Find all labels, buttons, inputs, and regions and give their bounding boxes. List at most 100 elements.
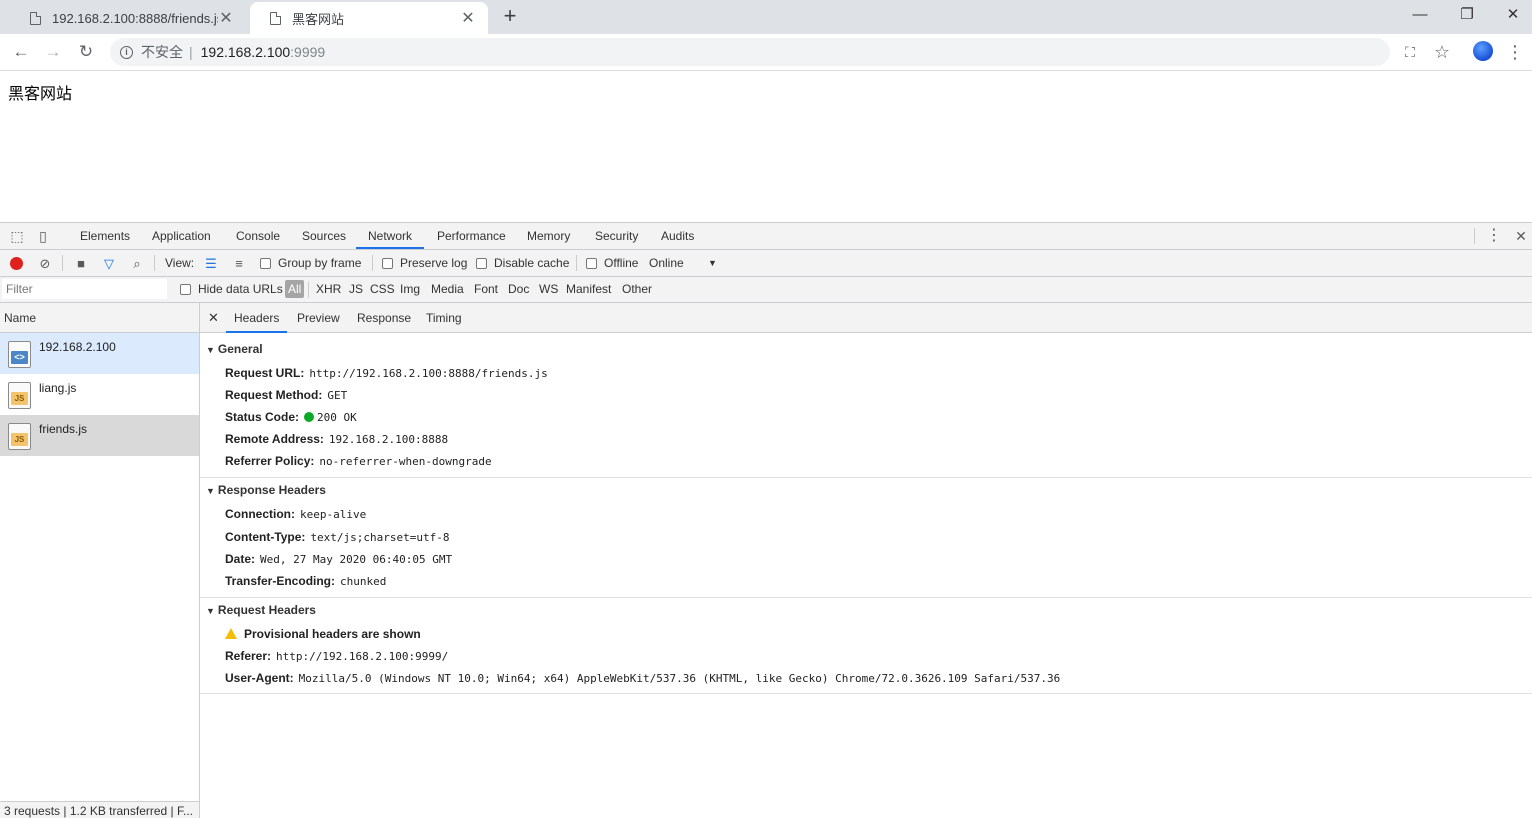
triangle-down-icon: ▼: [206, 486, 215, 496]
browser-menu-icon[interactable]: ⋮: [1502, 39, 1528, 65]
devtools-close-icon[interactable]: ✕: [1513, 228, 1529, 244]
header-key: Request Method:: [225, 388, 323, 402]
header-key: Transfer-Encoding:: [225, 574, 336, 588]
details-tabbar: ✕ Headers Preview Response Timing: [200, 303, 1532, 333]
request-headers-section: ▼ Request Headers Provisional headers are…: [200, 603, 1532, 694]
header-key: Date:: [225, 552, 256, 566]
info-icon[interactable]: i: [120, 45, 133, 59]
tab-application[interactable]: Application: [140, 223, 223, 249]
browser-tab-friends-js[interactable]: 192.168.2.100:8888/friends.js ✕: [10, 2, 246, 34]
header-value: http://192.168.2.100:9999/: [276, 650, 449, 663]
request-row-liang-js[interactable]: JS liang.js: [0, 374, 199, 415]
tab-preview[interactable]: Preview: [289, 303, 348, 333]
header-key: Content-Type:: [225, 530, 306, 544]
warning-icon: [225, 628, 237, 639]
header-value: 200 OK: [317, 411, 357, 424]
filter-type-doc[interactable]: Doc: [508, 282, 529, 296]
filter-type-ws[interactable]: WS: [539, 282, 558, 296]
close-icon[interactable]: ✕: [460, 8, 476, 28]
header-row: Connection: keep-alive: [225, 507, 366, 521]
disable-cache-checkbox[interactable]: Disable cache: [476, 256, 569, 270]
record-button[interactable]: [10, 257, 23, 270]
bookmark-star-icon[interactable]: ☆: [1429, 39, 1455, 65]
address-bar[interactable]: i 不安全 | 192.168.2.100 :9999: [110, 38, 1390, 66]
tab-security[interactable]: Security: [583, 223, 650, 249]
tab-response[interactable]: Response: [349, 303, 419, 333]
header-row: Request URL: http://192.168.2.100:8888/fr…: [225, 366, 548, 380]
request-row-document[interactable]: <> 192.168.2.100: [0, 333, 199, 374]
translate-icon[interactable]: ⛶: [1397, 39, 1423, 65]
status-ok-icon: [304, 412, 315, 422]
close-icon[interactable]: ✕: [218, 8, 234, 28]
tab-network[interactable]: Network: [356, 223, 425, 249]
back-button[interactable]: ←: [8, 39, 34, 65]
header-row: Date: Wed, 27 May 2020 06:40:05 GMT: [225, 552, 452, 566]
tab-timing[interactable]: Timing: [418, 303, 470, 333]
filter-type-other[interactable]: Other: [622, 282, 652, 296]
filter-type-js[interactable]: JS: [349, 282, 363, 296]
request-row-friends-js[interactable]: JS friends.js: [0, 415, 199, 456]
restore-button[interactable]: ❐: [1444, 0, 1490, 30]
clear-icon[interactable]: ⊘: [37, 256, 53, 272]
divider: [154, 255, 155, 271]
filter-type-css[interactable]: CSS: [370, 282, 395, 296]
tab-audits[interactable]: Audits: [649, 223, 706, 249]
offline-checkbox[interactable]: Offline: [586, 256, 638, 270]
tab-sources[interactable]: Sources: [290, 223, 358, 249]
profile-avatar[interactable]: [1473, 41, 1493, 61]
device-toolbar-icon[interactable]: ▯: [35, 228, 51, 244]
provisional-warning: Provisional headers are shown: [225, 627, 421, 641]
devtools-menu-icon[interactable]: ⋮: [1486, 228, 1502, 244]
throttling-select[interactable]: Online: [649, 256, 684, 270]
filter-icon[interactable]: ▽: [101, 256, 117, 272]
tab-console[interactable]: Console: [224, 223, 292, 249]
screenshot-camera-icon[interactable]: ■: [73, 256, 89, 272]
checkbox-box[interactable]: [382, 257, 393, 269]
inspect-element-icon[interactable]: ⬚: [9, 228, 25, 244]
filter-type-xhr[interactable]: XHR: [316, 282, 341, 296]
browser-tab-hacker-site[interactable]: 黑客网站 ✕: [250, 2, 488, 34]
tab-title: 192.168.2.100:8888/friends.js: [52, 10, 218, 26]
request-headers-toggle[interactable]: ▼ Request Headers: [206, 603, 316, 617]
response-headers-toggle[interactable]: ▼ Response Headers: [206, 483, 326, 497]
large-rows-icon[interactable]: ☰: [203, 256, 219, 272]
filter-input[interactable]: Filter: [2, 279, 167, 299]
request-name: 192.168.2.100: [39, 340, 116, 354]
filter-type-manifest[interactable]: Manifest: [566, 282, 611, 296]
js-file-icon: JS: [8, 382, 31, 409]
chevron-down-icon[interactable]: ▼: [708, 258, 717, 268]
waterfall-icon[interactable]: ≡: [231, 256, 247, 272]
checkbox-box[interactable]: [260, 257, 271, 269]
header-value: Mozilla/5.0 (Windows NT 10.0; Win64; x64…: [298, 672, 1061, 685]
forward-button[interactable]: →: [40, 39, 66, 65]
checkbox-box[interactable]: [586, 257, 597, 269]
name-column-header[interactable]: Name: [0, 303, 199, 333]
header-value: http://192.168.2.100:8888/friends.js: [309, 367, 548, 380]
hide-data-urls-checkbox[interactable]: Hide data URLs: [180, 282, 283, 296]
filter-type-all[interactable]: All: [285, 280, 305, 298]
minimize-button[interactable]: —: [1397, 0, 1443, 30]
tab-elements[interactable]: Elements: [68, 223, 142, 249]
header-key: Referrer Policy:: [225, 454, 315, 468]
tab-headers[interactable]: Headers: [226, 303, 288, 333]
checkbox-box[interactable]: [476, 257, 487, 269]
filter-type-img[interactable]: Img: [400, 282, 420, 296]
filter-type-font[interactable]: Font: [474, 282, 498, 296]
reload-button[interactable]: ↻: [73, 39, 99, 65]
new-tab-button[interactable]: +: [499, 3, 521, 29]
tab-memory[interactable]: Memory: [515, 223, 582, 249]
network-summary: 3 requests | 1.2 KB transferred | F...: [0, 801, 199, 818]
header-row: Content-Type: text/js;charset=utf-8: [225, 530, 450, 544]
close-icon[interactable]: ✕: [208, 310, 219, 326]
view-label: View:: [165, 256, 195, 270]
search-icon[interactable]: ⌕: [129, 256, 145, 272]
group-by-frame-checkbox[interactable]: Group by frame: [260, 256, 361, 270]
window-close-button[interactable]: ✕: [1490, 0, 1532, 30]
request-details: ✕ Headers Preview Response Timing ▼ Gener…: [200, 303, 1532, 818]
tab-performance[interactable]: Performance: [425, 223, 518, 249]
checkbox-box[interactable]: [180, 283, 191, 295]
header-row: Referer: http://192.168.2.100:9999/: [225, 649, 448, 663]
filter-type-media[interactable]: Media: [431, 282, 464, 296]
general-section-toggle[interactable]: ▼ General: [206, 342, 263, 356]
preserve-log-checkbox[interactable]: Preserve log: [382, 256, 467, 270]
